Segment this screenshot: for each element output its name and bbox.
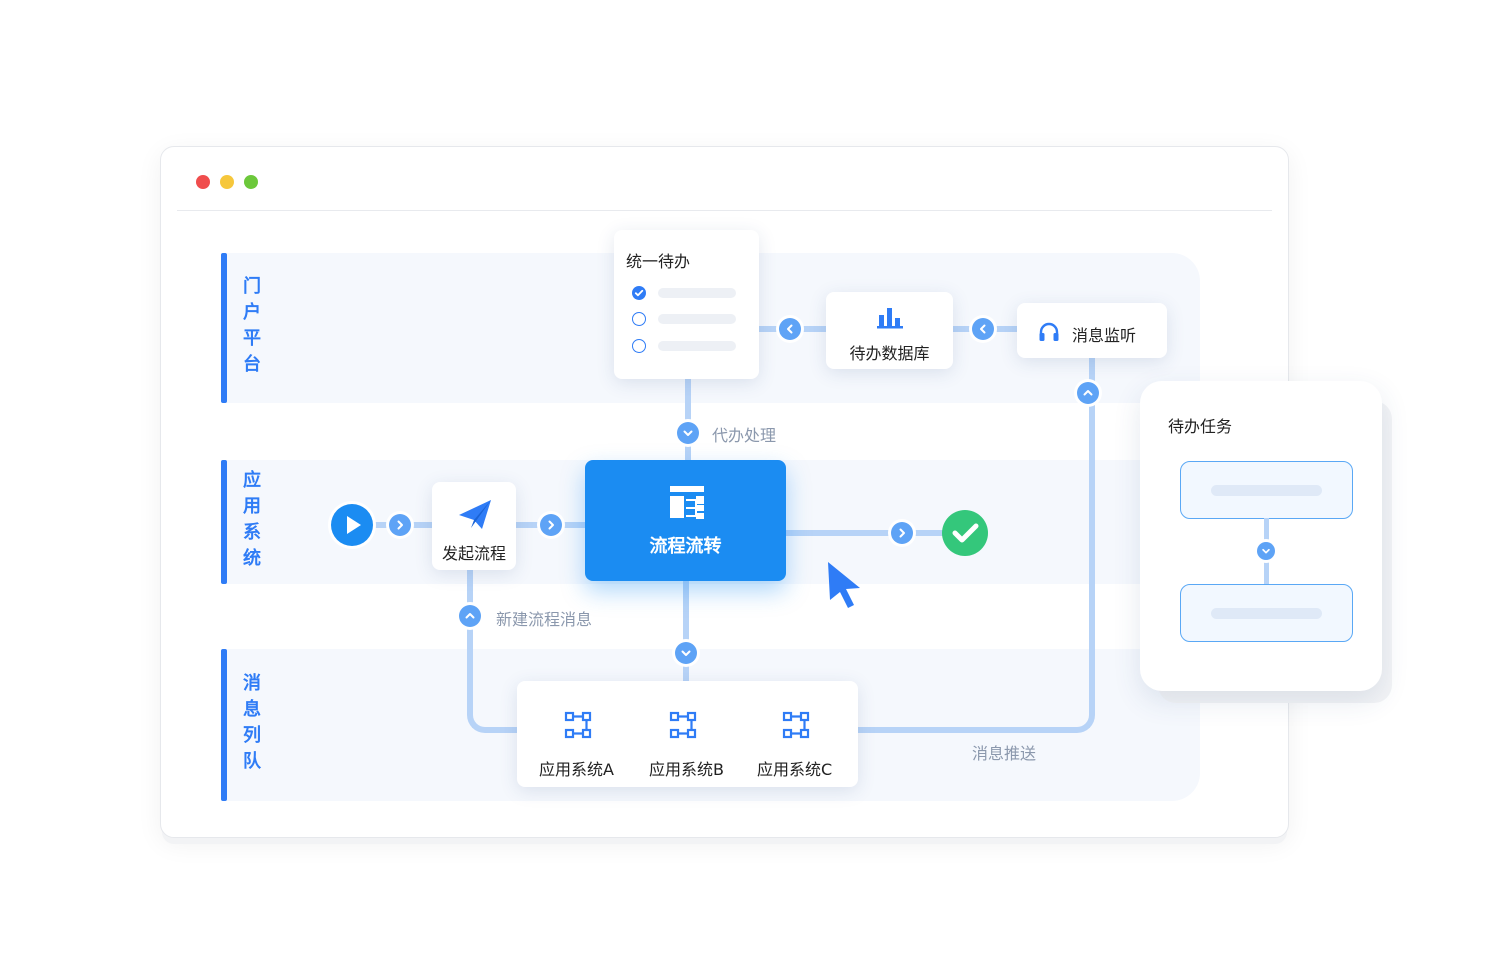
node-unified-todo[interactable]: 统一待办 bbox=[614, 230, 759, 379]
flowchart-icon bbox=[670, 486, 704, 519]
close-window-dot[interactable] bbox=[196, 175, 210, 189]
arrow-down-icon bbox=[677, 422, 699, 444]
checked-circle-icon bbox=[632, 286, 646, 300]
app-system-c[interactable]: 应用系统C bbox=[745, 681, 858, 787]
lane-apps-bar bbox=[221, 460, 227, 584]
app-system-a[interactable]: 应用系统A bbox=[517, 681, 637, 787]
todo-task-panel-title: 待办任务 bbox=[1168, 417, 1233, 436]
lane-portal-bar bbox=[221, 253, 227, 403]
lane-apps-label: 应用系统 bbox=[240, 470, 261, 574]
arrow-down-icon bbox=[675, 642, 697, 664]
process-flow-label: 流程流转 bbox=[649, 536, 722, 557]
edge-process-to-apps bbox=[683, 580, 689, 683]
node-message-monitor[interactable]: 消息监听 bbox=[1017, 303, 1167, 358]
arrow-up-icon bbox=[1077, 382, 1099, 404]
play-icon[interactable] bbox=[331, 504, 373, 546]
arrow-down-icon bbox=[1257, 542, 1275, 560]
app-system-a-label: 应用系统A bbox=[539, 760, 614, 779]
todo-item-placeholder bbox=[658, 314, 736, 324]
check-circle-icon bbox=[942, 510, 988, 556]
task-card-placeholder bbox=[1211, 608, 1322, 619]
todo-task-panel: 待办任务 bbox=[1140, 381, 1382, 691]
minimize-window-dot[interactable] bbox=[220, 175, 234, 189]
arrow-up-icon bbox=[459, 605, 481, 627]
task-card-placeholder bbox=[1211, 485, 1322, 496]
arrow-right-icon bbox=[540, 514, 562, 536]
app-system-b[interactable]: 应用系统B bbox=[632, 681, 747, 787]
headset-icon bbox=[1039, 322, 1059, 341]
app-system-c-label: 应用系统C bbox=[757, 760, 833, 779]
arrow-left-icon bbox=[779, 318, 801, 340]
node-graph-icon bbox=[782, 711, 810, 739]
arrow-left-icon bbox=[972, 318, 994, 340]
edge-label-delegate: 代办处理 bbox=[712, 426, 777, 445]
task-card[interactable] bbox=[1180, 461, 1353, 519]
node-app-systems: 应用系统A 应用系统B 应用系统C bbox=[517, 681, 858, 787]
app-system-b-label: 应用系统B bbox=[649, 760, 724, 779]
node-todo-database[interactable]: 待办数据库 bbox=[826, 292, 953, 369]
arrow-right-icon bbox=[389, 514, 411, 536]
task-card[interactable] bbox=[1180, 584, 1353, 642]
lane-queue-bar bbox=[221, 649, 227, 801]
edge-todo-to-process bbox=[685, 378, 691, 462]
todo-item-placeholder bbox=[658, 288, 736, 298]
bar-chart-icon bbox=[877, 308, 903, 329]
message-monitor-label: 消息监听 bbox=[1072, 326, 1137, 345]
arrow-right-icon bbox=[891, 522, 913, 544]
maximize-window-dot[interactable] bbox=[244, 175, 258, 189]
edge-label-push: 消息推送 bbox=[972, 744, 1037, 763]
lane-queue-label: 消息列队 bbox=[240, 673, 261, 777]
todo-item-placeholder bbox=[658, 341, 736, 351]
mouse-pointer-icon bbox=[828, 562, 860, 608]
node-graph-icon bbox=[564, 711, 592, 739]
unchecked-circle-icon bbox=[632, 339, 646, 353]
node-start-process[interactable]: 发起流程 bbox=[432, 482, 516, 570]
lane-portal-label: 门户平台 bbox=[240, 276, 261, 380]
paper-plane-icon bbox=[459, 500, 491, 529]
node-process-flow[interactable]: 流程流转 bbox=[585, 460, 786, 581]
title-bar-divider bbox=[177, 210, 1272, 211]
edge-label-new-message: 新建流程消息 bbox=[496, 610, 593, 629]
unchecked-circle-icon bbox=[632, 312, 646, 326]
node-graph-icon bbox=[669, 711, 697, 739]
unified-todo-title: 统一待办 bbox=[626, 252, 691, 271]
todo-database-label: 待办数据库 bbox=[849, 344, 930, 363]
start-process-label: 发起流程 bbox=[441, 544, 506, 563]
